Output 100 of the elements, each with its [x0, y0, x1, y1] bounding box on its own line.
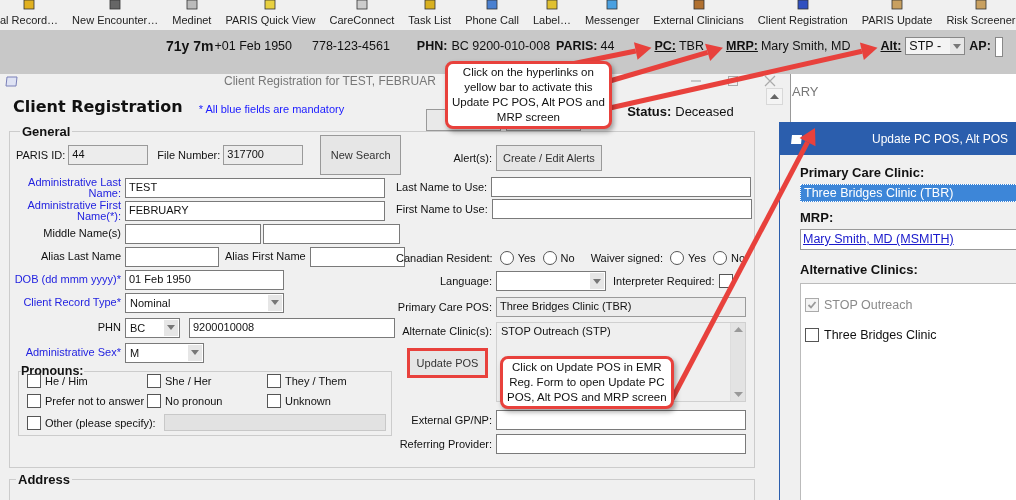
toolbar-label[interactable]: CareConnect: [329, 14, 395, 26]
field-label: Alert(s):: [452, 152, 492, 164]
checkbox-label: STOP Outreach: [824, 298, 913, 312]
text-field[interactable]: FEBRUARY: [125, 200, 385, 221]
text-field[interactable]: [994, 37, 1003, 57]
checkbox[interactable]: [718, 274, 733, 288]
dropdown[interactable]: M: [125, 342, 204, 363]
toolbar-icon[interactable]: [485, 0, 500, 10]
toolbar-label[interactable]: Medinet: [172, 14, 212, 26]
option-label: Yes: [517, 252, 536, 264]
patient-info-label: AP:: [969, 38, 991, 55]
caret-icon: [271, 300, 279, 305]
list-item[interactable]: STOP Outreach (STP): [501, 325, 726, 337]
dropdown[interactable]: BC: [125, 317, 180, 338]
text-field[interactable]: 317700: [223, 145, 304, 165]
text-field[interactable]: [125, 246, 219, 267]
checkbox-label: Three Bridges Clinic: [824, 328, 937, 342]
toolbar-icon[interactable]: [544, 0, 559, 10]
toolbar-icon[interactable]: [263, 0, 278, 10]
toolbar-icon[interactable]: [108, 0, 123, 10]
header-link[interactable]: PC:: [654, 37, 676, 55]
toolbar-icon[interactable]: [184, 0, 199, 10]
checkbox[interactable]: [267, 374, 281, 388]
doctor-link[interactable]: Mary Smith, MD (MSMITH): [803, 232, 954, 246]
toolbar-icon[interactable]: [422, 0, 437, 10]
radio-button[interactable]: [712, 251, 727, 265]
section-title: Pronouns:: [21, 364, 84, 378]
dropdown[interactable]: STP -: [905, 37, 966, 55]
caret-icon: [953, 43, 962, 49]
field-label: Canadian Resident:: [396, 252, 493, 264]
checkbox-label: He / Him: [45, 375, 88, 387]
field-label: Referring Provider:: [398, 438, 492, 450]
toolbar-label[interactable]: PARIS Quick View: [225, 14, 316, 26]
patient-info: 778-123-4561: [312, 38, 390, 55]
checkbox[interactable]: [147, 374, 161, 388]
header-link[interactable]: MRP:: [725, 37, 758, 55]
radio-button[interactable]: [542, 251, 557, 265]
checkbox[interactable]: [27, 394, 41, 408]
toolbar-icon[interactable]: [795, 0, 810, 10]
radio-button[interactable]: [670, 251, 684, 265]
toolbar-label[interactable]: External Clinicians: [653, 14, 744, 26]
patient-info: Mary Smith, MD: [760, 38, 851, 55]
toolbar-icon[interactable]: [605, 0, 620, 10]
text-field[interactable]: [491, 177, 752, 197]
toolbar-icon[interactable]: [890, 0, 905, 10]
caret-icon: [191, 350, 199, 355]
toolbar-label[interactable]: Risk Screener: [946, 14, 1016, 26]
text-field[interactable]: [496, 434, 746, 454]
toolbar-label[interactable]: PARIS Update: [861, 14, 933, 26]
text-field[interactable]: [491, 199, 752, 219]
field-label: Administrative First Name(*):: [26, 199, 121, 222]
maximize-icon[interactable]: [727, 75, 739, 87]
toolbar-label[interactable]: Task List: [408, 14, 452, 26]
toolbar-icon[interactable]: [354, 0, 369, 10]
dropdown[interactable]: Three Bridges Clinic (TBR): [800, 184, 1016, 202]
section-title: General: [21, 124, 72, 139]
toolbar-icon[interactable]: [691, 0, 706, 10]
text-field[interactable]: Three Bridges Clinic (TBR): [496, 297, 746, 317]
toolbar-label[interactable]: Client Registration: [757, 14, 848, 26]
text-field[interactable]: Mary Smith, MD (MSMITH): [800, 229, 1016, 250]
checkbox[interactable]: [27, 374, 41, 388]
patient-info: BC 9200-010-008: [451, 38, 551, 55]
toolbar-label[interactable]: New Encounter…: [72, 14, 159, 26]
dropdown[interactable]: [496, 271, 606, 291]
header-link[interactable]: Alt:: [880, 37, 902, 55]
scroll-up-icon[interactable]: [770, 94, 779, 99]
text-field[interactable]: [125, 223, 261, 244]
patient-info: 44: [600, 38, 615, 55]
checkbox[interactable]: [267, 394, 281, 408]
toolbar-label[interactable]: Label…: [532, 14, 571, 26]
dropdown[interactable]: Nominal: [125, 292, 284, 313]
status-value: Deceased: [675, 103, 734, 119]
field-label: Alias First Name: [225, 251, 306, 262]
scroll-button[interactable]: [766, 88, 783, 105]
field-label: Administrative Last Name:: [27, 176, 121, 199]
field-label: Primary Care Clinic:: [800, 165, 926, 180]
text-field[interactable]: TEST: [125, 177, 385, 198]
form-button[interactable]: Update POS: [409, 350, 486, 376]
patient-info-label: PARIS:: [556, 38, 598, 55]
text-field[interactable]: 9200010008: [189, 317, 395, 338]
toolbar-icon[interactable]: [973, 0, 988, 10]
field-label: Middle Name(s): [42, 228, 121, 239]
toolbar-label[interactable]: Phone Call: [465, 14, 519, 26]
radio-button[interactable]: [499, 251, 514, 265]
checkbox[interactable]: [147, 394, 161, 408]
text-field[interactable]: 44: [68, 145, 149, 165]
text-field[interactable]: [496, 410, 746, 430]
option-label: Yes: [688, 252, 706, 264]
window-title: ARY: [792, 84, 820, 99]
patient-info: +01 Feb 1950: [214, 38, 292, 55]
checkbox[interactable]: [805, 328, 819, 342]
toolbar-label[interactable]: Messenger: [584, 14, 640, 26]
field-label: Primary Care POS:: [396, 301, 492, 313]
text-field[interactable]: 01 Feb 1950: [125, 269, 284, 290]
text-field[interactable]: [263, 223, 400, 244]
toolbar-label[interactable]: al Record…: [0, 14, 59, 26]
checkbox-label: Prefer not to answer: [45, 395, 145, 407]
form-button[interactable]: Create / Edit Alerts: [496, 145, 602, 171]
form-button[interactable]: New Search: [320, 135, 402, 175]
toolbar-icon[interactable]: [22, 0, 37, 10]
